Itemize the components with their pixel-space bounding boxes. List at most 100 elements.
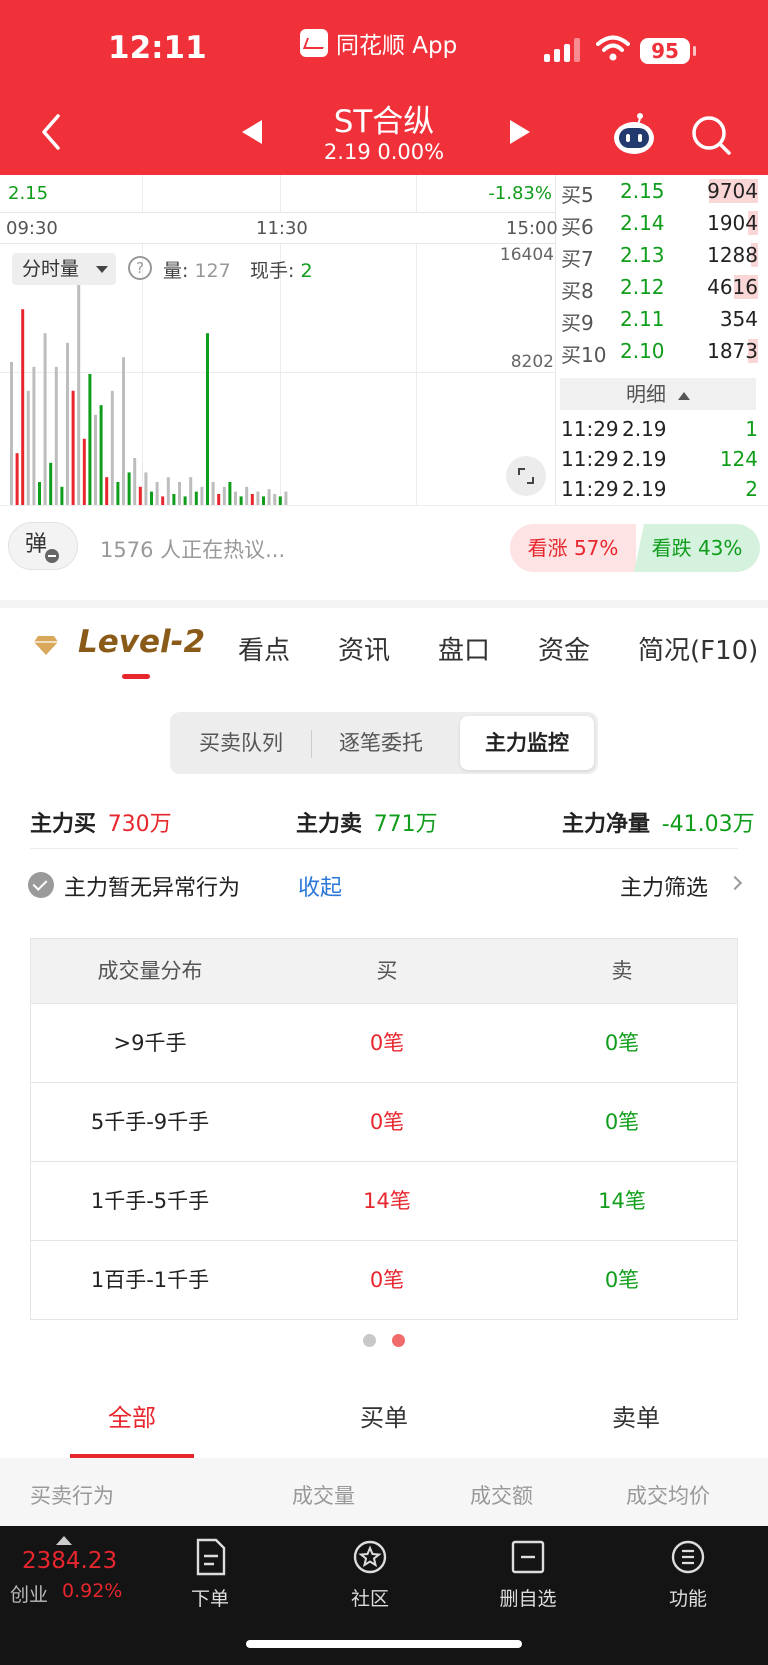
- order-book-row[interactable]: 买5 2.15 9704: [560, 175, 758, 207]
- tab-handicap[interactable]: 盘口: [438, 630, 490, 667]
- tab-highlights[interactable]: 看点: [238, 630, 290, 667]
- volume-bar: [133, 458, 137, 506]
- current-hand-label: 现手:: [250, 260, 295, 282]
- help-icon[interactable]: ?: [128, 256, 152, 280]
- status-time: 12:11: [108, 30, 207, 66]
- nav-remove-watchlist-label: 删自选: [499, 1588, 557, 1610]
- order-level-label: 买8: [561, 279, 594, 303]
- chevron-right-icon: [727, 875, 743, 891]
- row-buy: 14笔: [363, 1189, 411, 1213]
- volume-mid-label: 8202: [510, 352, 554, 372]
- table-row: >9千手 0笔 0笔: [31, 1003, 737, 1082]
- order-level-label: 买9: [561, 311, 594, 335]
- order-book-row[interactable]: 买8 2.12 4616: [560, 271, 758, 303]
- page-indicator: [360, 1334, 408, 1348]
- nav-functions[interactable]: 功能: [628, 1532, 748, 1622]
- volume-bar: [21, 309, 25, 506]
- volume-bar: [15, 453, 19, 506]
- volume-selector[interactable]: 分时量: [12, 253, 116, 285]
- minus-square-icon: [511, 1540, 545, 1574]
- volume-bar: [194, 491, 198, 506]
- tick-price: 2.19: [622, 447, 667, 471]
- app-logo-icon: [300, 29, 328, 57]
- page-dot-1[interactable]: [363, 1334, 376, 1347]
- tick-time: 11:29: [561, 417, 619, 441]
- row-buy: 0笔: [369, 1031, 405, 1055]
- order-book-row[interactable]: 买9 2.11 354: [560, 303, 758, 335]
- volume-bar: [43, 333, 47, 506]
- collapse-link[interactable]: 收起: [298, 870, 342, 902]
- discussion-count[interactable]: 1576 人正在热议...: [100, 534, 285, 564]
- monitor-status-row: 主力暂无异常行为 收起 主力筛选: [0, 864, 768, 908]
- tab-news[interactable]: 资讯: [338, 630, 390, 667]
- order-level-label: 买5: [561, 183, 594, 207]
- robot-assistant-icon[interactable]: [610, 110, 658, 158]
- index-name: 创业: [10, 1584, 49, 1606]
- order-book-row[interactable]: 买7 2.13 1288: [560, 239, 758, 271]
- nav-place-order-label: 下单: [190, 1588, 229, 1610]
- tick-row: 11:29 2.19 124: [560, 445, 758, 475]
- volume-bar: [116, 482, 120, 506]
- prev-stock-icon[interactable]: [240, 118, 264, 146]
- segment-tick-orders[interactable]: 逐笔委托: [314, 716, 448, 770]
- volume-bar: [150, 491, 153, 506]
- tick-qty: 124: [719, 447, 758, 471]
- order-price: 2.12: [620, 275, 665, 299]
- order-book-row[interactable]: 买10 2.10 1873: [560, 335, 758, 367]
- volume-bar: [178, 482, 181, 506]
- next-stock-icon[interactable]: [508, 118, 532, 146]
- volume-bar: [222, 486, 226, 506]
- search-icon[interactable]: [690, 114, 732, 156]
- volume-label: 量:: [163, 260, 189, 282]
- segment-main-monitor[interactable]: 主力监控: [460, 716, 594, 770]
- col-amount: 成交额: [470, 1484, 533, 1508]
- tab-all[interactable]: 全部: [42, 1398, 222, 1433]
- index-value[interactable]: 2384.23: [22, 1548, 117, 1574]
- tab-sell-orders[interactable]: 卖单: [546, 1398, 726, 1433]
- price-strip: 2.15 -1.83%: [0, 175, 556, 213]
- tab-funds[interactable]: 资金: [538, 630, 590, 667]
- low-price-label: 2.15: [8, 183, 49, 204]
- volume-bar: [144, 472, 148, 506]
- page-dot-2[interactable]: [392, 1334, 405, 1347]
- nav-remove-watchlist[interactable]: 删自选: [468, 1532, 588, 1622]
- tab-buy-orders[interactable]: 买单: [294, 1398, 474, 1433]
- volume-bar: [138, 486, 142, 506]
- volume-bar: [99, 405, 103, 506]
- expand-icon[interactable]: [506, 456, 546, 496]
- main-filter-button[interactable]: 主力筛选: [620, 870, 708, 902]
- nav-community[interactable]: 社区: [310, 1532, 430, 1622]
- home-indicator: [246, 1640, 522, 1648]
- back-icon[interactable]: [34, 112, 70, 152]
- tick-price: 2.19: [622, 417, 667, 441]
- nav-place-order[interactable]: 下单: [150, 1532, 270, 1622]
- discussion-bar: 弹 1576 人正在热议... 看涨 57% 看跌 43%: [0, 505, 768, 600]
- bullish-vote-button[interactable]: 看涨 57%: [510, 524, 636, 572]
- intraday-chart[interactable]: 2.15 -1.83% 09:30 11:30 15:00 分时量 ? 量: 1…: [0, 175, 558, 506]
- app-header: 12:11 同花顺 App 95 ST合纵 2.19 0.00%: [0, 0, 768, 175]
- volume-bar: [189, 477, 193, 506]
- nav-community-label: 社区: [350, 1588, 389, 1610]
- tab-level2[interactable]: Level-2: [78, 624, 205, 660]
- danmu-toggle-button[interactable]: 弹: [8, 522, 78, 570]
- table-row: 5千手-9千手 0笔 0笔: [31, 1082, 737, 1161]
- wifi-icon: [596, 35, 630, 61]
- row-range: 5千手-9千手: [90, 1110, 210, 1134]
- order-price: 2.15: [620, 179, 665, 203]
- order-book-row[interactable]: 买6 2.14 1904: [560, 207, 758, 239]
- danmu-label: 弹: [25, 532, 48, 557]
- main-buy-label: 主力买: [30, 812, 97, 837]
- trade-detail-toggle[interactable]: 明细: [560, 378, 756, 410]
- bearish-vote-button[interactable]: 看跌 43%: [634, 524, 760, 572]
- col-behavior: 买卖行为: [30, 1484, 114, 1508]
- main-sell-label: 主力卖: [296, 812, 363, 837]
- main-force-summary: 主力买 730万 主力卖 771万 主力净量 -41.03万: [0, 800, 768, 850]
- segment-order-queue[interactable]: 买卖队列: [174, 716, 308, 770]
- volume-bar: [110, 390, 114, 506]
- active-tab-indicator: [122, 674, 150, 679]
- col-volume: 成交量: [292, 1484, 355, 1508]
- col-avg-price: 成交均价: [626, 1484, 710, 1508]
- tab-profile[interactable]: 简况(F10): [638, 630, 758, 667]
- volume-selector-label: 分时量: [22, 258, 80, 280]
- volume-bar: [206, 333, 209, 506]
